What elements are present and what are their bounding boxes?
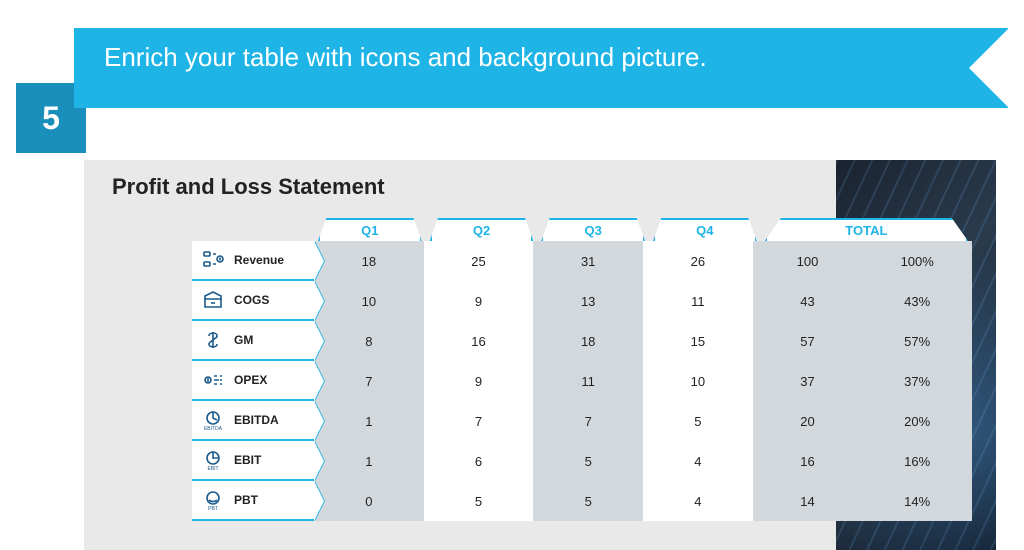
- col-q4: Q4: [653, 218, 757, 241]
- cell: 11: [643, 281, 753, 321]
- cell: 5: [533, 481, 643, 521]
- cell: 43%: [862, 281, 972, 321]
- cell: 37: [753, 361, 863, 401]
- row-label: EBITDA: [234, 413, 279, 427]
- row-label: OPEX: [234, 373, 267, 387]
- cell: 7: [424, 401, 534, 441]
- row-label: Revenue: [234, 253, 284, 267]
- cell: 6: [424, 441, 534, 481]
- ebit-icon: EBIT: [198, 445, 228, 475]
- col-q1: Q1: [318, 218, 422, 241]
- cell: 20%: [862, 401, 972, 441]
- col-q3: Q3: [541, 218, 645, 241]
- row-head-opex: OPEX: [192, 361, 314, 401]
- row-head-gm: GM: [192, 321, 314, 361]
- column-headers: Q1 Q2 Q3 Q4 TOTAL: [314, 218, 972, 241]
- cell: 15: [643, 321, 753, 361]
- cell: 31: [533, 241, 643, 281]
- cell: 5: [424, 481, 534, 521]
- cell: 9: [424, 281, 534, 321]
- col-q2: Q2: [430, 218, 534, 241]
- row-head-ebitda: EBITDA EBITDA: [192, 401, 314, 441]
- pnl-table: Q1 Q2 Q3 Q4 TOTAL Revenue 18 25 31 26 10…: [192, 218, 972, 521]
- row-head-ebit: EBIT EBIT: [192, 441, 314, 481]
- data-rows: Revenue 18 25 31 26 100 100% COGS 10 9 1…: [192, 241, 972, 521]
- banner-text: Enrich your table with icons and backgro…: [104, 42, 707, 72]
- statement-title: Profit and Loss Statement: [112, 174, 385, 200]
- cell: 16: [753, 441, 863, 481]
- cell: 11: [533, 361, 643, 401]
- cell: 18: [533, 321, 643, 361]
- cell: 7: [314, 361, 424, 401]
- row-label: COGS: [234, 293, 269, 307]
- cell: 1: [314, 401, 424, 441]
- cell: 25: [424, 241, 534, 281]
- cell: 16: [424, 321, 534, 361]
- svg-text:EBIT: EBIT: [207, 466, 218, 472]
- slide-body: Profit and Loss Statement Q1 Q2 Q3 Q4 TO…: [84, 160, 996, 550]
- cell: 100%: [862, 241, 972, 281]
- cell: 5: [533, 441, 643, 481]
- table-row: EBITDA EBITDA 1 7 7 5 20 20%: [192, 401, 972, 441]
- cell: 5: [643, 401, 753, 441]
- svg-text:EBITDA: EBITDA: [204, 426, 223, 432]
- cell: 1: [314, 441, 424, 481]
- cell: 10: [314, 281, 424, 321]
- ebitda-icon: EBITDA: [198, 405, 228, 435]
- cell: 0: [314, 481, 424, 521]
- cell: 4: [643, 441, 753, 481]
- banner-notch: [969, 28, 1009, 108]
- pbt-icon: PBT: [198, 485, 228, 515]
- table-row: COGS 10 9 13 11 43 43%: [192, 281, 972, 321]
- cell: 37%: [862, 361, 972, 401]
- table-row: EBIT EBIT 1 6 5 4 16 16%: [192, 441, 972, 481]
- cell: 16%: [862, 441, 972, 481]
- cell: 100: [753, 241, 863, 281]
- cell: 14: [753, 481, 863, 521]
- row-label: PBT: [234, 493, 258, 507]
- table-row: GM 8 16 18 15 57 57%: [192, 321, 972, 361]
- cell: 57%: [862, 321, 972, 361]
- table-row: OPEX 7 9 11 10 37 37%: [192, 361, 972, 401]
- cell: 4: [643, 481, 753, 521]
- cell: 57: [753, 321, 863, 361]
- cell: 8: [314, 321, 424, 361]
- table-row: PBT PBT 0 5 5 4 14 14%: [192, 481, 972, 521]
- banner-ribbon: Enrich your table with icons and backgro…: [74, 28, 1008, 108]
- cell: 13: [533, 281, 643, 321]
- row-head-cogs: COGS: [192, 281, 314, 321]
- cell: 14%: [862, 481, 972, 521]
- cell: 43: [753, 281, 863, 321]
- cell: 18: [314, 241, 424, 281]
- cell: 26: [643, 241, 753, 281]
- table-row: Revenue 18 25 31 26 100 100%: [192, 241, 972, 281]
- cogs-icon: [198, 285, 228, 315]
- revenue-icon: [198, 245, 228, 275]
- row-label: EBIT: [234, 453, 261, 467]
- row-label: GM: [234, 333, 253, 347]
- row-head-pbt: PBT PBT: [192, 481, 314, 521]
- gm-icon: [198, 325, 228, 355]
- svg-text:PBT: PBT: [208, 506, 218, 512]
- row-head-revenue: Revenue: [192, 241, 314, 281]
- cell: 9: [424, 361, 534, 401]
- cell: 10: [643, 361, 753, 401]
- cell: 7: [533, 401, 643, 441]
- opex-icon: [198, 365, 228, 395]
- cell: 20: [753, 401, 863, 441]
- col-total: TOTAL: [765, 218, 968, 241]
